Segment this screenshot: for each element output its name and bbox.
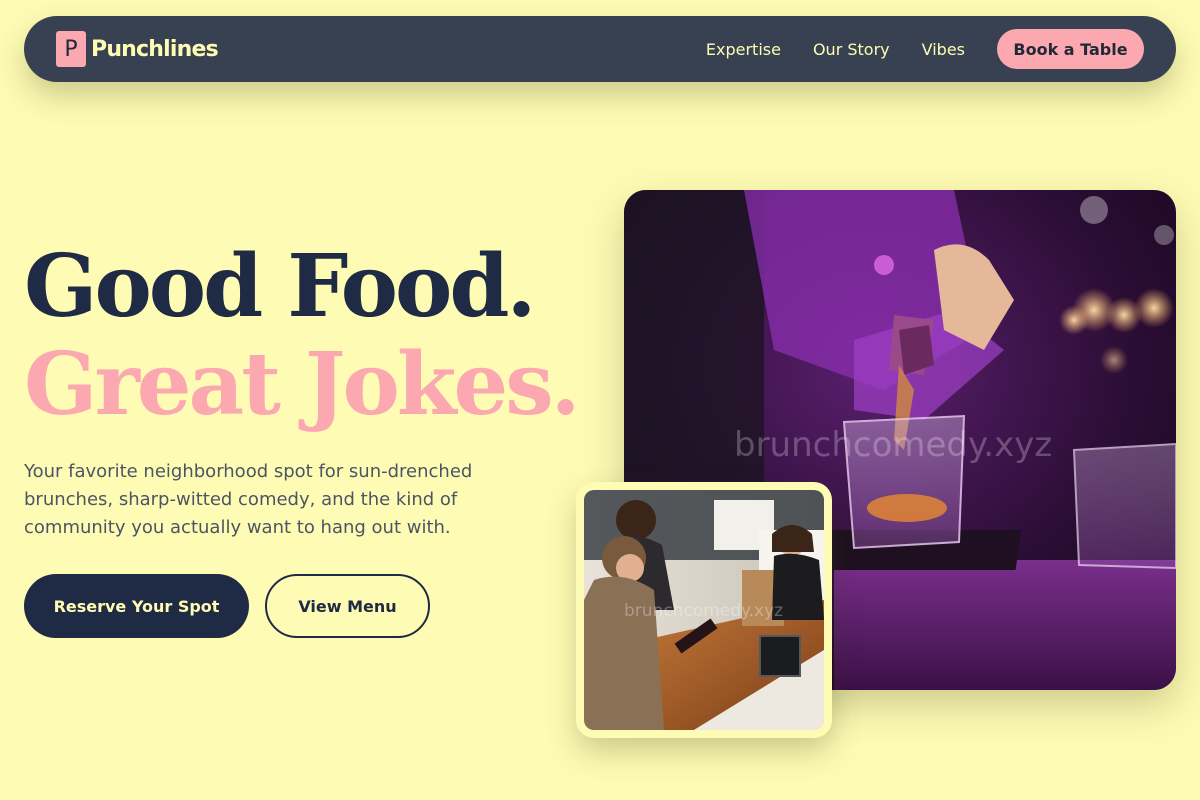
nav-link-our-story[interactable]: Our Story (813, 40, 890, 59)
brand-logo[interactable]: P Punchlines (56, 31, 219, 67)
small-image-watermark: brunchcomedy.xyz (624, 601, 783, 621)
book-table-button[interactable]: Book a Table (997, 29, 1144, 69)
nav-link-expertise[interactable]: Expertise (706, 40, 781, 59)
bar-checkout-photo: brunchcomedy.xyz (584, 490, 824, 730)
reserve-spot-button[interactable]: Reserve Your Spot (24, 574, 249, 638)
logo-badge: P (56, 31, 86, 67)
headline-good-food: Good Food. (24, 236, 536, 337)
brand-name: Punchlines (91, 36, 219, 62)
nav-links: Expertise Our Story Vibes Book a Table (706, 29, 1144, 69)
view-menu-button[interactable]: View Menu (265, 574, 430, 638)
small-photo-frame: brunchcomedy.xyz (576, 482, 832, 738)
main-image-watermark: brunchcomedy.xyz (734, 425, 1052, 465)
top-navbar: P Punchlines Expertise Our Story Vibes B… (24, 16, 1176, 82)
hero-lead-text: Your favorite neighborhood spot for sun-… (24, 461, 473, 538)
headline-great-jokes: Great Jokes. (24, 334, 581, 435)
nav-link-vibes[interactable]: Vibes (922, 40, 965, 59)
